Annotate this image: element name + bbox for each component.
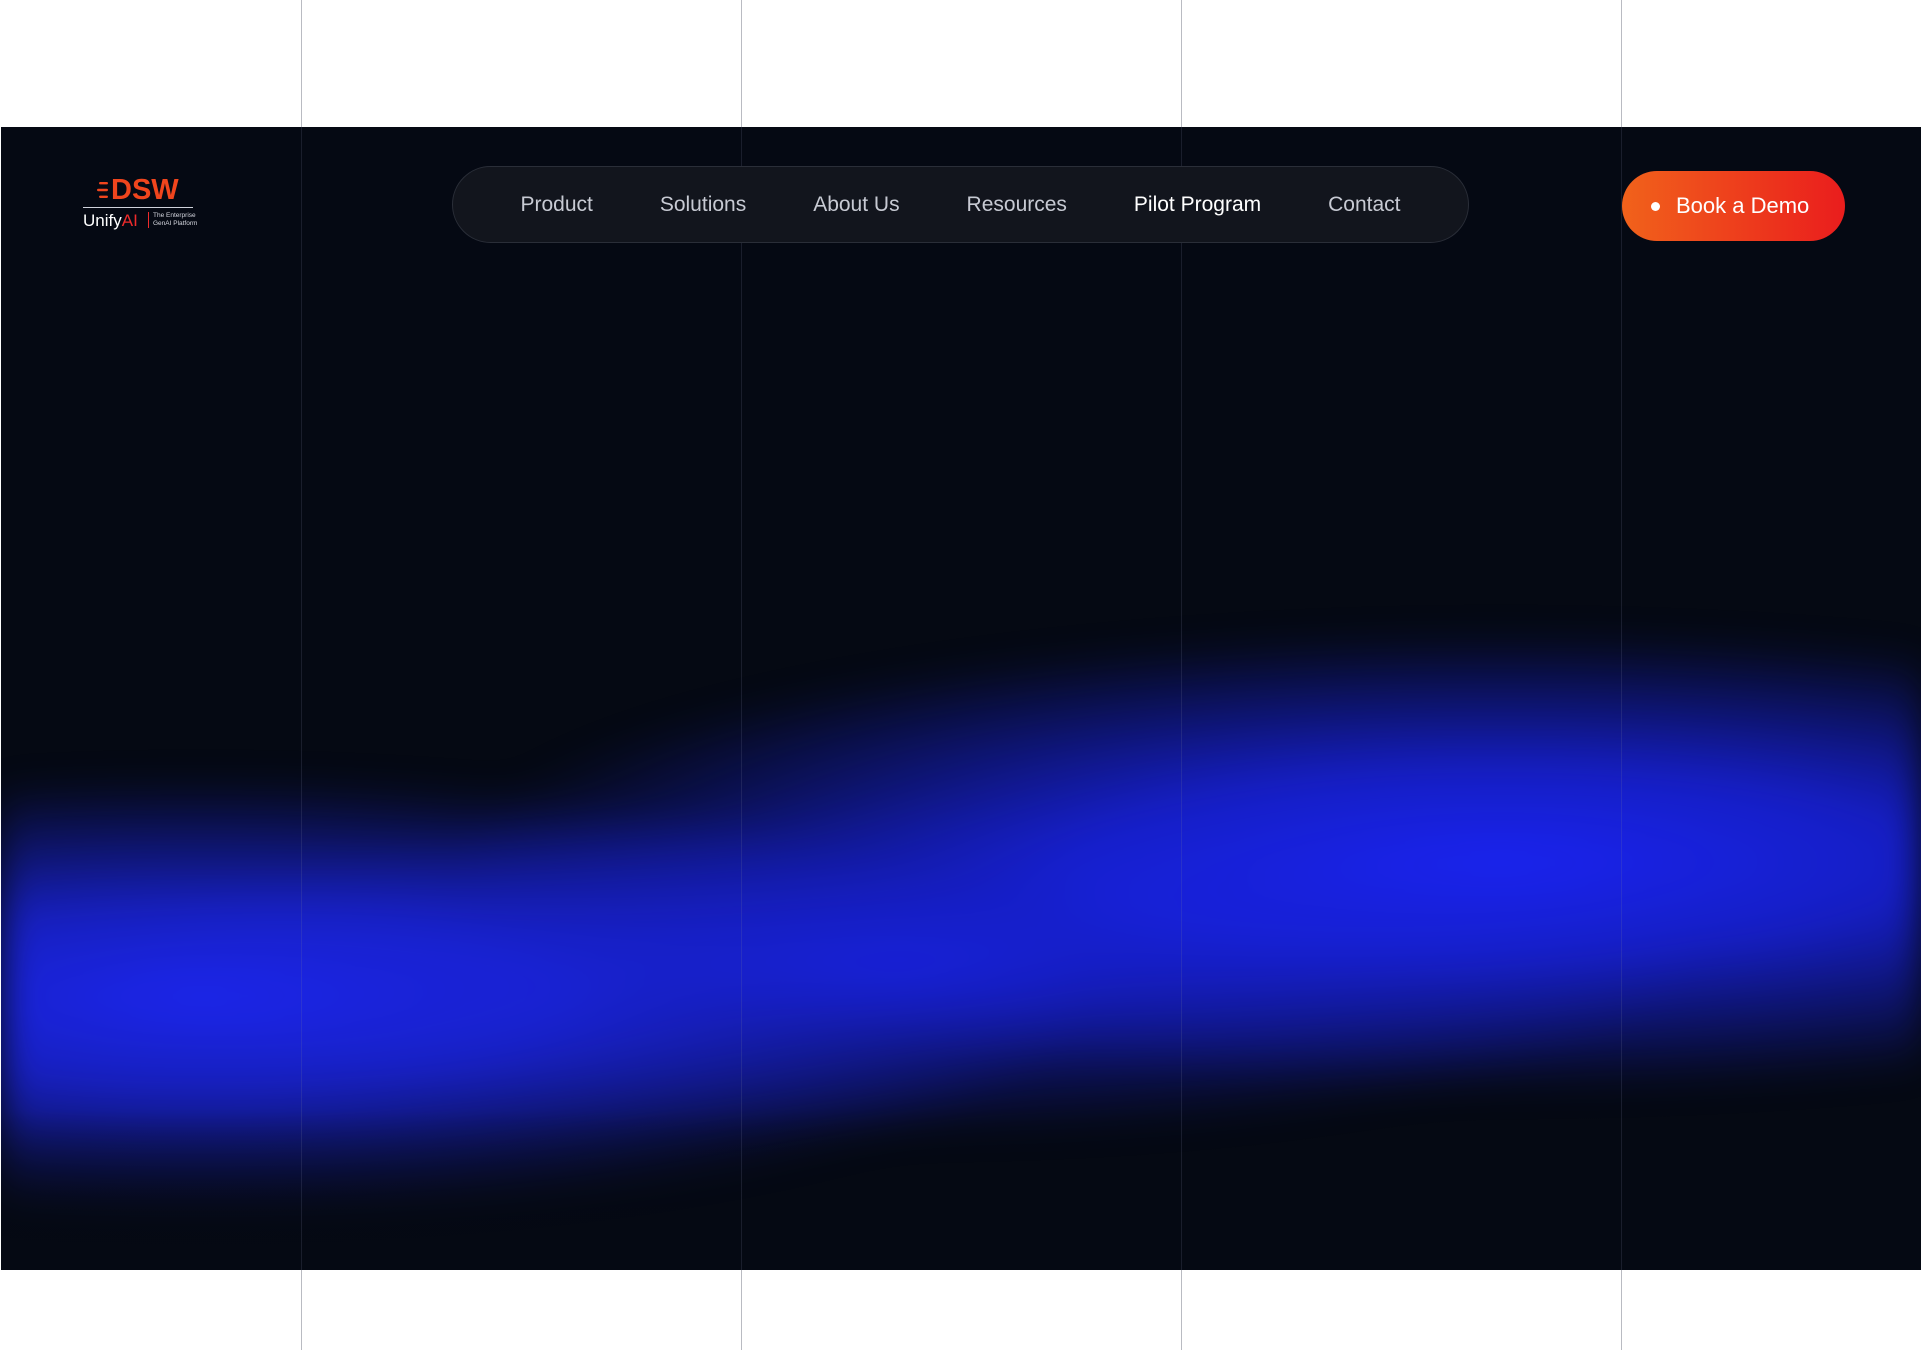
logo-product-accent: AI [121, 211, 138, 230]
hero-guide-line [1621, 127, 1622, 1270]
page: DSW UnifyAI The Enterprise GenAI Platfor… [0, 0, 1921, 1350]
hero-guide-line [741, 127, 742, 1270]
logo-tagline: The Enterprise GenAI Platform [148, 212, 199, 228]
nav-item-solutions[interactable]: Solutions [660, 193, 746, 217]
nav-item-resources[interactable]: Resources [967, 193, 1067, 217]
speed-lines-icon [97, 182, 108, 198]
logo-product-main: Unify [83, 211, 122, 230]
logo-tagline-line1: The Enterprise [153, 212, 196, 219]
book-demo-label: Book a Demo [1676, 193, 1810, 218]
dot-icon [1651, 201, 1660, 211]
nav-item-product[interactable]: Product [520, 193, 592, 217]
hero-guide-line [301, 127, 302, 1270]
nav-item-contact[interactable]: Contact [1328, 193, 1400, 217]
hero-section: DSW UnifyAI The Enterprise GenAI Platfor… [1, 127, 1921, 1270]
nav-item-pilot-program[interactable]: Pilot Program [1134, 193, 1261, 217]
hero-glow [1, 127, 1921, 1270]
book-demo-button[interactable]: Book a Demo [1622, 171, 1845, 241]
brand-logo[interactable]: DSW UnifyAI The Enterprise GenAI Platfor… [83, 174, 197, 236]
logo-divider [83, 207, 193, 208]
logo-mark-text: DSW [111, 174, 179, 206]
logo-tagline-line2: GenAI Platform [153, 220, 198, 227]
main-nav: Product Solutions About Us Resources Pil… [452, 166, 1469, 243]
nav-item-about-us[interactable]: About Us [813, 193, 899, 217]
hero-guide-line [1181, 127, 1182, 1270]
dsw-logo-mark: DSW [97, 174, 179, 206]
logo-product-name: UnifyAI [83, 212, 138, 230]
hero-fade [1, 1110, 1921, 1270]
